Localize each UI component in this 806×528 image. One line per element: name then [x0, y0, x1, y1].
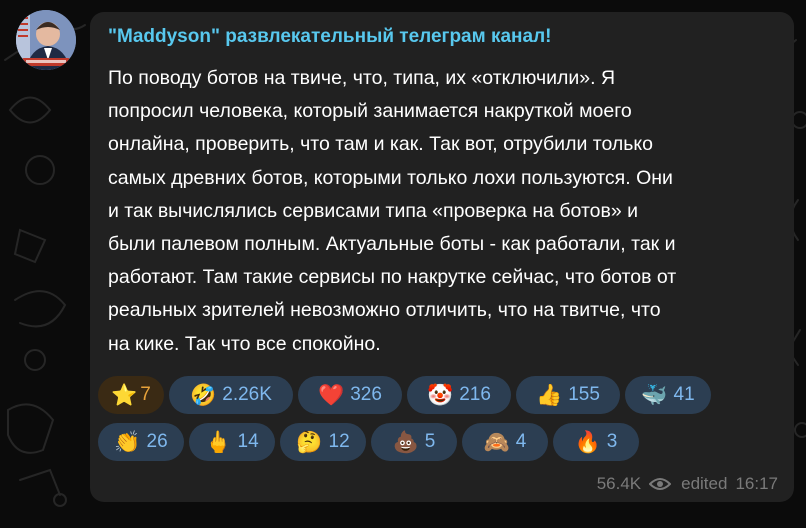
- person-photo-icon: [16, 10, 76, 70]
- reaction-count: 41: [673, 384, 695, 405]
- edited-label: edited: [681, 474, 728, 493]
- whale-emoji-icon: 🐳: [641, 383, 668, 407]
- channel-name[interactable]: "Maddyson" развлекательный телеграм кана…: [108, 26, 551, 48]
- reaction-thinking-button[interactable]: 🤔 12: [280, 423, 366, 461]
- message-bubble[interactable]: "Maddyson" развлекательный телеграм кана…: [90, 12, 794, 502]
- reaction-whale-button[interactable]: 🐳 41: [625, 376, 711, 414]
- reaction-star-button[interactable]: ⭐ 7: [98, 376, 164, 414]
- rofl-emoji-icon: 🤣: [190, 383, 217, 407]
- clapping-hands-icon: 👏: [114, 430, 141, 454]
- reactions-row: ⭐ 7 🤣 2.26K ❤️ 326 🤡 216 👍 155 🐳 41: [98, 376, 788, 414]
- message-line: онлайна, проверить, что там и как. Так в…: [108, 133, 654, 156]
- message-line: По поводу ботов на твиче, что, типа, их …: [108, 67, 616, 89]
- message-line: работают. Там такие сервисы по накрутке …: [108, 266, 677, 289]
- message-time: 16:17: [735, 474, 778, 493]
- reaction-rofl-button[interactable]: 🤣 2.26K: [169, 376, 293, 414]
- message-line: самых древних ботов, которыми только лох…: [108, 166, 673, 189]
- reaction-poop-button[interactable]: 💩 5: [371, 423, 457, 461]
- reaction-count: 26: [146, 431, 168, 452]
- heart-icon: ❤️: [318, 383, 345, 407]
- reactions-row: 👏 26 🖕 14 🤔 12 💩 5 🙈 4 🔥 3: [98, 423, 788, 461]
- thumbs-up-icon: 👍: [536, 383, 563, 407]
- message-line: и так вычислялись сервисами типа «провер…: [108, 199, 639, 222]
- message-line: реальных зрителей невозможно отличить, ч…: [108, 299, 661, 322]
- reaction-count: 2.26K: [222, 384, 272, 405]
- message-line: попросил человека, который занимается на…: [108, 100, 632, 123]
- reaction-count: 155: [568, 384, 600, 405]
- reaction-clown-button[interactable]: 🤡 216: [407, 376, 511, 414]
- reaction-count: 12: [328, 431, 350, 452]
- fire-icon: 🔥: [574, 430, 601, 454]
- eye-icon: [649, 478, 672, 490]
- message-line: на кике. Так что все спокойно.: [108, 332, 381, 355]
- see-no-evil-monkey-icon: 🙈: [483, 430, 510, 454]
- reaction-count: 5: [424, 431, 436, 452]
- reaction-count: 4: [515, 431, 527, 452]
- reaction-thumbs-up-button[interactable]: 👍 155: [516, 376, 620, 414]
- reaction-count: 326: [350, 384, 382, 405]
- reactions-bar: ⭐ 7 🤣 2.26K ❤️ 326 🤡 216 👍 155 🐳 41 👏 26…: [98, 376, 788, 470]
- message-text: По поводу ботов на твиче, что, типа, их …: [108, 62, 784, 361]
- message-line: были палевом полным. Актуальные боты - к…: [108, 233, 676, 256]
- reaction-count: 3: [606, 431, 618, 452]
- middle-finger-icon: 🖕: [205, 430, 232, 454]
- reaction-fire-button[interactable]: 🔥 3: [553, 423, 639, 461]
- reaction-monkey-button[interactable]: 🙈 4: [462, 423, 548, 461]
- channel-avatar[interactable]: [16, 10, 76, 70]
- poop-icon: 💩: [392, 430, 419, 454]
- reaction-middle-finger-button[interactable]: 🖕 14: [189, 423, 275, 461]
- reaction-count: 14: [237, 431, 259, 452]
- view-count: 56.4K: [596, 474, 642, 493]
- thinking-face-icon: 🤔: [296, 430, 323, 454]
- reaction-count: 7: [140, 384, 151, 405]
- message-meta: 56.4K edited 16:17: [597, 474, 778, 494]
- reaction-clap-button[interactable]: 👏 26: [98, 423, 184, 461]
- clown-emoji-icon: 🤡: [427, 383, 454, 407]
- reaction-count: 216: [459, 384, 491, 405]
- star-icon: ⭐: [111, 383, 138, 407]
- reaction-heart-button[interactable]: ❤️ 326: [298, 376, 402, 414]
